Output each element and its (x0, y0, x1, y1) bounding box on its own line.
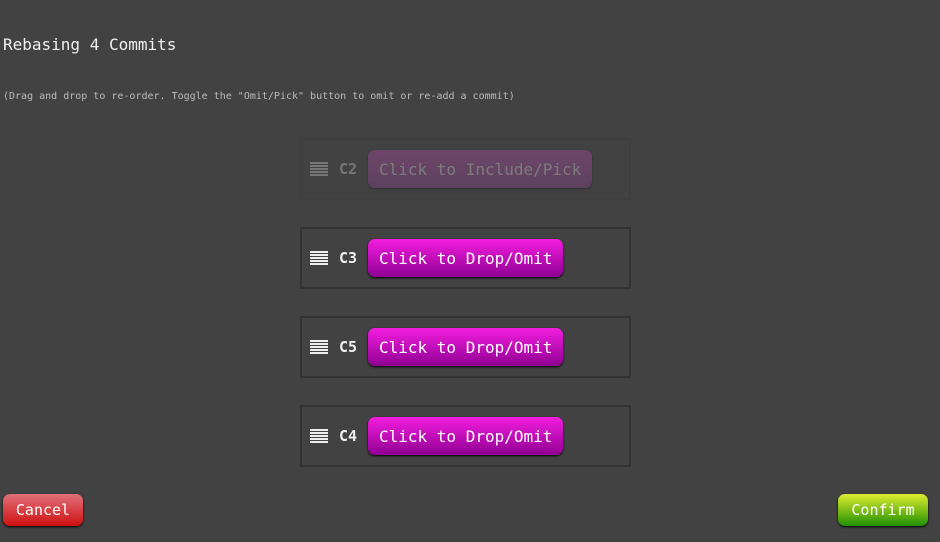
drag-handle-icon[interactable] (310, 340, 328, 354)
toggle-omit-button[interactable]: Click to Drop/Omit (368, 239, 564, 277)
commit-id: C3 (339, 249, 358, 267)
commit-row-c4[interactable]: C4 Click to Drop/Omit (300, 405, 631, 467)
commit-id: C4 (339, 427, 358, 445)
commit-row-c2[interactable]: C2 Click to Include/Pick (300, 138, 631, 200)
commit-row-c3[interactable]: C3 Click to Drop/Omit (300, 227, 631, 289)
toggle-omit-button[interactable]: Click to Drop/Omit (368, 417, 564, 455)
drag-handle-icon[interactable] (310, 429, 328, 443)
instructions: (Drag and drop to re-order. Toggle the "… (3, 91, 515, 102)
commit-id: C2 (339, 160, 358, 178)
toggle-omit-button[interactable]: Click to Drop/Omit (368, 328, 564, 366)
commit-id: C5 (339, 338, 358, 356)
drag-handle-icon[interactable] (310, 251, 328, 265)
confirm-button[interactable]: Confirm (838, 494, 928, 526)
drag-handle-icon[interactable] (310, 162, 328, 176)
toggle-pick-button[interactable]: Click to Include/Pick (368, 150, 593, 188)
commit-row-c5[interactable]: C5 Click to Drop/Omit (300, 316, 631, 378)
dialog-title: Rebasing 4 Commits (3, 35, 177, 54)
cancel-button[interactable]: Cancel (3, 494, 83, 526)
